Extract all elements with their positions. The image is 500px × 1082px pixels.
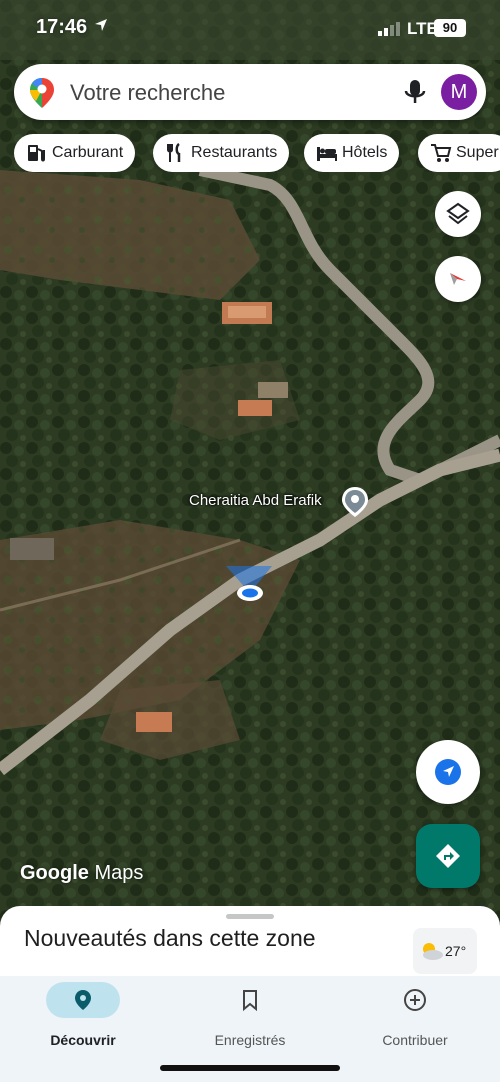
avatar[interactable]: M: [441, 74, 477, 110]
search-bar[interactable]: Votre recherche M: [14, 64, 486, 120]
chip-label: Hôtels: [342, 144, 388, 161]
directions-icon: [436, 844, 460, 868]
temperature: 27°: [445, 943, 467, 959]
weather-chip[interactable]: 27°: [413, 928, 477, 974]
place-marker-icon[interactable]: [341, 486, 369, 518]
navigation-arrow-icon: [435, 759, 461, 785]
tab-contribute[interactable]: Contribuer: [340, 982, 490, 1052]
chip-supermarkets[interactable]: Super: [418, 134, 500, 172]
search-input[interactable]: Votre recherche: [70, 80, 225, 106]
google-maps-pin-icon: [30, 78, 54, 108]
explore-pin-icon: [75, 990, 91, 1010]
tab-explore[interactable]: Découvrir: [8, 982, 158, 1052]
compass-button[interactable]: [435, 256, 481, 302]
microphone-icon[interactable]: [402, 78, 428, 106]
layers-icon: [446, 202, 470, 225]
tab-saved[interactable]: Enregistrés: [175, 982, 325, 1052]
compass-needle-icon: [450, 273, 466, 285]
tab-label: Découvrir: [50, 1032, 116, 1048]
sheet-handle[interactable]: [226, 914, 274, 919]
tab-label: Enregistrés: [214, 1032, 286, 1048]
bookmark-icon: [243, 990, 257, 1012]
directions-button[interactable]: [416, 824, 480, 888]
location-arrow-icon: [95, 19, 107, 31]
clock: 17:46: [36, 16, 88, 38]
watermark-maps: Maps: [94, 862, 144, 884]
add-circle-icon: [404, 989, 426, 1011]
chip-hotels[interactable]: Hôtels: [304, 134, 400, 172]
partly-cloudy-icon: [423, 943, 443, 960]
signal-icon: [378, 22, 400, 36]
cart-icon: [431, 144, 452, 162]
chip-label: Carburant: [52, 144, 124, 161]
sheet-title: Nouveautés dans cette zone: [24, 925, 316, 951]
status-bar: 17:46 LTE 90: [0, 0, 500, 56]
chip-label: Restaurants: [191, 144, 278, 161]
explore-sheet[interactable]: Nouveautés dans cette zone 27°: [0, 906, 500, 986]
chip-label: Super: [456, 144, 499, 161]
category-chips: Carburant Restaurants Hôtels Super: [14, 134, 500, 172]
tab-label: Contribuer: [382, 1032, 448, 1048]
bed-icon: [317, 147, 337, 161]
chip-fuel[interactable]: Carburant: [14, 134, 136, 172]
place-label[interactable]: Cheraitia Abd Erafik: [189, 492, 322, 509]
my-location-button[interactable]: [416, 740, 480, 804]
battery-level: 90: [434, 19, 466, 37]
chip-restaurants[interactable]: Restaurants: [153, 134, 290, 172]
fuel-icon: [28, 145, 45, 162]
restaurant-icon: [167, 143, 181, 162]
watermark-google: Google: [20, 862, 89, 884]
home-indicator[interactable]: [160, 1065, 340, 1071]
layers-button[interactable]: [435, 191, 481, 237]
google-maps-watermark: Google Maps: [20, 862, 143, 885]
